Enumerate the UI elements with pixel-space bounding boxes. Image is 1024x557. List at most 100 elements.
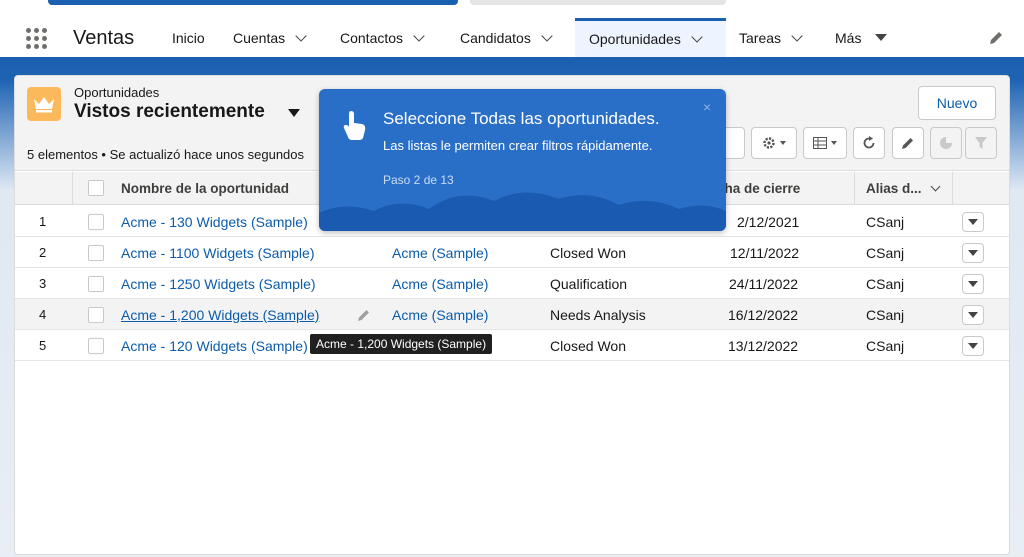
column-header-label: Nombre de la oportunidad	[121, 181, 290, 196]
row-checkbox[interactable]	[88, 245, 104, 261]
nav-item-label: Oportunidades	[589, 31, 681, 47]
owner-alias: CSanj	[866, 244, 905, 261]
chevron-down-icon[interactable]	[791, 29, 803, 42]
top-bar-segment	[48, 0, 458, 5]
inline-edit-button[interactable]	[892, 127, 924, 159]
nav-item-label: Cuentas	[233, 29, 286, 46]
crown-icon	[27, 87, 61, 121]
caret-down-icon	[780, 141, 786, 145]
column-header-alias[interactable]: Alias d...	[866, 172, 940, 205]
row-actions-button[interactable]	[962, 336, 984, 356]
nav-item-contactos[interactable]: Contactos	[340, 18, 425, 57]
row-actions-button[interactable]	[962, 212, 984, 232]
list-status: 5 elementos • Se actualizó hace unos seg…	[27, 147, 305, 162]
row-actions-button[interactable]	[962, 305, 984, 325]
column-header-close-date[interactable]: cha de cierre	[717, 172, 800, 205]
charts-button[interactable]	[930, 127, 962, 159]
filter-button[interactable]	[965, 127, 997, 159]
walkthrough-title: Seleccione Todas las oportunidades.	[383, 109, 660, 128]
chevron-down-icon[interactable]	[413, 29, 425, 42]
row-actions-button[interactable]	[962, 243, 984, 263]
table-row: 4 Acme - 1,200 Widgets (Sample) Acme (Sa…	[15, 299, 1009, 330]
close-date: 12/11/2022	[730, 244, 800, 261]
stage: Closed Won	[550, 337, 627, 354]
nav-item-label: Más	[835, 29, 862, 46]
column-header-label: Alias d...	[866, 181, 922, 196]
row-number: 2	[39, 245, 47, 260]
row-checkbox[interactable]	[88, 276, 104, 292]
walkthrough-popover: × Seleccione Todas las oportunidades. La…	[319, 89, 726, 231]
pencil-icon	[902, 138, 913, 149]
display-as-button[interactable]	[803, 127, 847, 159]
opportunity-name-link[interactable]: Acme - 120 Widgets (Sample)	[121, 330, 308, 361]
select-all-checkbox[interactable]	[88, 180, 104, 196]
caret-down-icon	[968, 312, 978, 318]
new-button[interactable]: Nuevo	[918, 86, 996, 120]
chevron-down-icon[interactable]	[295, 29, 307, 42]
close-date: 24/11/2022	[729, 275, 799, 292]
stage: Qualification	[550, 275, 628, 292]
gear-icon	[763, 137, 775, 149]
nav-item-oportunidades[interactable]: Oportunidades	[575, 18, 726, 57]
chevron-down-icon[interactable]	[691, 31, 703, 43]
nav-item-inicio[interactable]: Inicio	[172, 18, 205, 57]
caret-down-icon	[968, 343, 978, 349]
object-label: Oportunidades	[74, 85, 160, 100]
owner-alias: CSanj	[866, 337, 905, 354]
list-settings-button[interactable]	[751, 127, 797, 159]
nav-item-mas[interactable]: Más	[835, 18, 888, 57]
row-number: 5	[39, 338, 47, 353]
caret-down-icon	[968, 219, 978, 225]
list-view-switcher-icon[interactable]	[288, 109, 300, 117]
row-number: 3	[39, 276, 47, 291]
walkthrough-step: Paso 2 de 13	[383, 173, 454, 187]
clouds-decoration	[319, 192, 726, 231]
nav-item-tareas[interactable]: Tareas	[739, 18, 803, 57]
close-icon[interactable]: ×	[703, 99, 711, 115]
row-checkbox[interactable]	[88, 214, 104, 230]
owner-alias: CSanj	[866, 275, 905, 292]
list-view-title[interactable]: Vistos recientemente	[74, 101, 265, 123]
account-name-link[interactable]: Acme (Sample)	[392, 299, 488, 330]
close-date: 16/12/2022	[728, 306, 799, 323]
table-icon	[813, 137, 827, 149]
row-actions-button[interactable]	[962, 274, 984, 294]
pencil-icon[interactable]	[357, 308, 371, 322]
row-checkbox[interactable]	[88, 338, 104, 354]
owner-alias: CSanj	[866, 213, 905, 230]
caret-down-icon	[968, 281, 978, 287]
stage: Closed Won	[550, 244, 627, 261]
pencil-icon[interactable]	[988, 30, 1004, 46]
app-launcher-icon[interactable]	[26, 28, 48, 50]
chevron-down-icon[interactable]	[541, 29, 553, 42]
opportunity-name-link[interactable]: Acme - 1250 Widgets (Sample)	[121, 268, 316, 299]
nav-item-label: Inicio	[172, 29, 205, 46]
table-row: 3 Acme - 1250 Widgets (Sample) Acme (Sam…	[15, 268, 1009, 299]
chevron-down-icon[interactable]	[930, 181, 940, 192]
opportunity-name-link[interactable]: Acme - 130 Widgets (Sample)	[121, 206, 308, 237]
refresh-button[interactable]	[853, 127, 885, 159]
refresh-icon	[863, 136, 875, 149]
nav-item-candidatos[interactable]: Candidatos	[460, 18, 553, 57]
row-number: 4	[39, 307, 47, 322]
close-date: 13/12/2022	[728, 337, 799, 354]
account-name-link[interactable]: Acme (Sample)	[392, 237, 488, 268]
browser-top-strip	[0, 0, 1024, 18]
nav-item-cuentas[interactable]: Cuentas	[233, 18, 307, 57]
global-nav: Ventas Inicio Cuentas Contactos Candidat…	[0, 18, 1024, 60]
table-row: 2 Acme - 1100 Widgets (Sample) Acme (Sam…	[15, 237, 1009, 268]
nav-item-label: Candidatos	[460, 29, 531, 46]
row-checkbox[interactable]	[88, 307, 104, 323]
column-header-name[interactable]: Nombre de la oportunidad	[121, 172, 289, 205]
caret-down-icon[interactable]	[875, 34, 888, 41]
walkthrough-body: Las listas le permiten crear filtros ráp…	[383, 138, 653, 153]
nav-item-label: Contactos	[340, 29, 404, 46]
opportunity-name-link[interactable]: Acme - 1100 Widgets (Sample)	[121, 237, 314, 268]
column-divider	[952, 172, 953, 205]
chart-icon	[940, 137, 952, 149]
row-number: 1	[39, 214, 47, 229]
top-bar-segment	[470, 0, 726, 5]
account-name-link[interactable]: Acme (Sample)	[392, 268, 488, 299]
opportunity-name-link[interactable]: Acme - 1,200 Widgets (Sample)	[121, 299, 319, 330]
column-divider	[72, 172, 73, 205]
